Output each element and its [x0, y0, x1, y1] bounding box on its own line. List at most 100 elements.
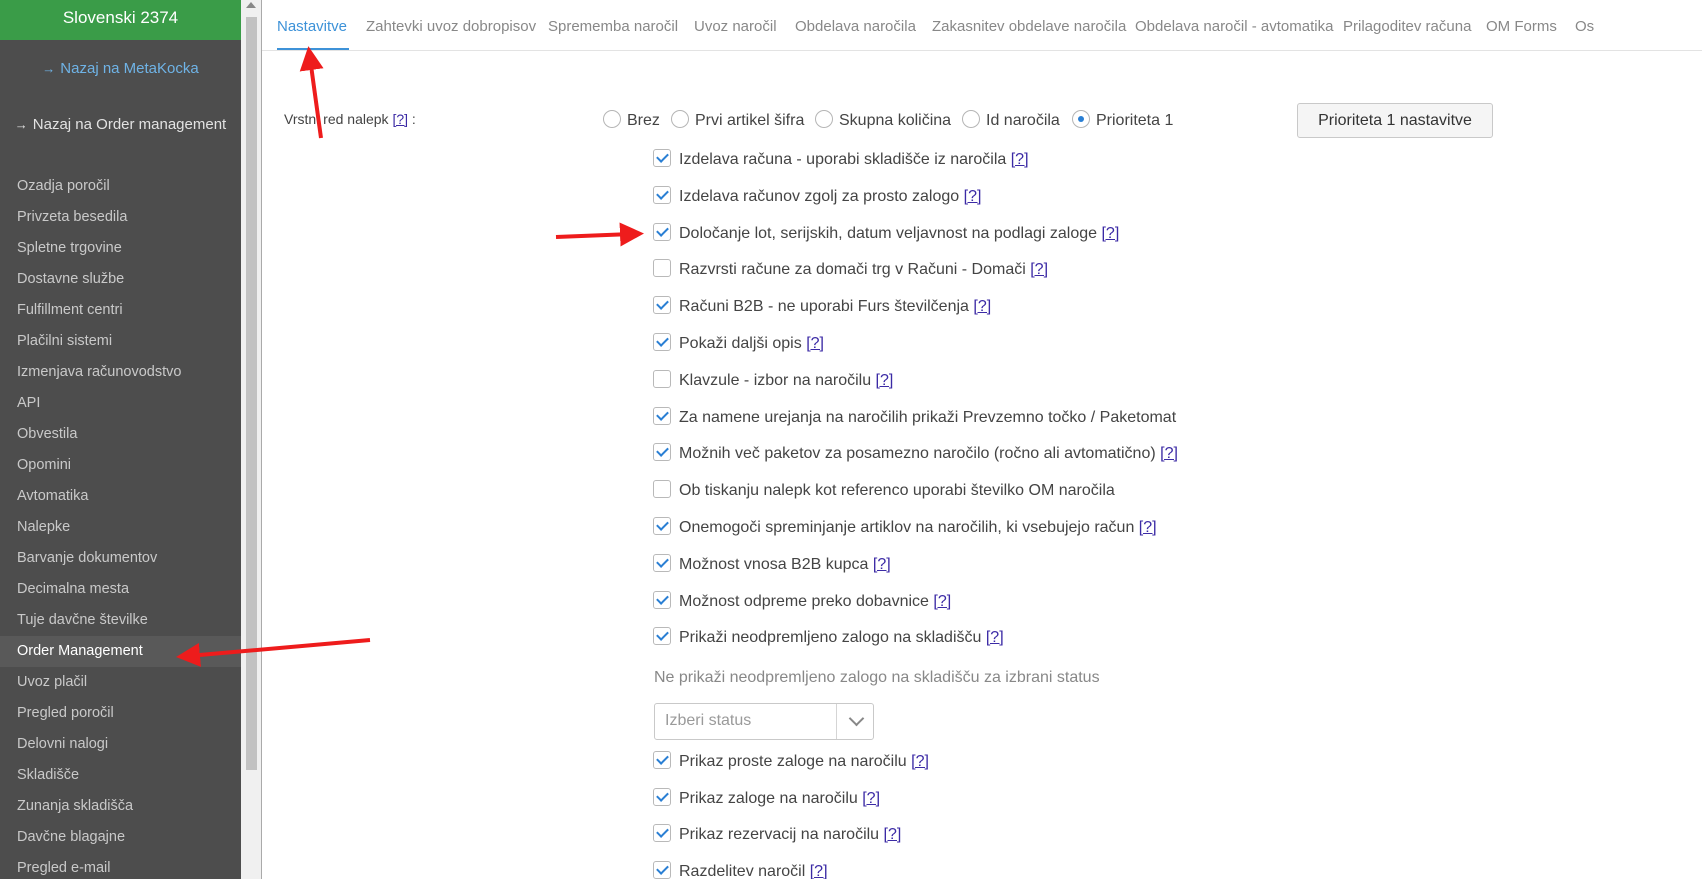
- tab-zakasnitev-obdelave-narocila[interactable]: Zakasnitev obdelave naročila: [932, 18, 1126, 35]
- tab-obdelava-narocila[interactable]: Obdelava naročila: [795, 18, 916, 35]
- tab-om-forms[interactable]: OM Forms: [1486, 18, 1557, 35]
- setting-checkbox[interactable]: [653, 369, 671, 388]
- priority-1-settings-button[interactable]: Prioriteta 1 nastavitve: [1297, 103, 1493, 138]
- help-link[interactable]: [?]: [810, 863, 828, 879]
- help-link[interactable]: [?]: [806, 335, 824, 352]
- help-link[interactable]: [?]: [1139, 519, 1157, 536]
- sidebar-item-avtomatika[interactable]: Avtomatika: [0, 481, 241, 512]
- tab-zahtevki-uvoz-dobropisov[interactable]: Zahtevki uvoz dobropisov: [366, 18, 536, 35]
- setting-checkbox[interactable]: [653, 823, 671, 842]
- setting-row[interactable]: Računi B2B - ne uporabi Furs številčenja…: [653, 295, 991, 318]
- setting-row[interactable]: Izdelava računov zgolj za prosto zalogo …: [653, 185, 982, 208]
- setting-checkbox[interactable]: [653, 295, 671, 314]
- setting-row[interactable]: Ob tiskanju nalepk kot referenco uporabi…: [653, 479, 1115, 502]
- tab-prilagoditev-racuna[interactable]: Prilagoditev računa: [1343, 18, 1471, 35]
- setting-checkbox[interactable]: [653, 787, 671, 806]
- help-link[interactable]: [?]: [862, 790, 880, 807]
- sidebar-item-dostavne-sluzbe[interactable]: Dostavne službe: [0, 264, 241, 295]
- sidebar-item-privzeta-besedila[interactable]: Privzeta besedila: [0, 202, 241, 233]
- setting-row[interactable]: Možnih več paketov za posamezno naročilo…: [653, 442, 1178, 465]
- setting-checkbox[interactable]: [653, 185, 671, 204]
- sidebar-item-pregled-e-mail[interactable]: Pregled e-mail: [0, 853, 241, 879]
- radio-button[interactable]: [1072, 109, 1090, 128]
- radio-button[interactable]: [815, 109, 833, 128]
- radio-button[interactable]: [603, 109, 621, 128]
- sidebar-item-skladisce[interactable]: Skladišče: [0, 760, 241, 791]
- setting-checkbox[interactable]: [653, 626, 671, 645]
- sidebar-item-davcne-blagajne[interactable]: Davčne blagajne: [0, 822, 241, 853]
- setting-row[interactable]: Izdelava računa - uporabi skladišče iz n…: [653, 148, 1029, 171]
- sidebar-item-delovni-nalogi[interactable]: Delovni nalogi: [0, 729, 241, 760]
- sidebar-item-opomini[interactable]: Opomini: [0, 450, 241, 481]
- chevron-down-icon[interactable]: [848, 710, 865, 727]
- sidebar-item-barvanje-dokumentov[interactable]: Barvanje dokumentov: [0, 543, 241, 574]
- setting-row[interactable]: Prikaz proste zaloge na naročilu [?]: [653, 750, 929, 773]
- scroll-up-arrow-icon[interactable]: [246, 2, 256, 8]
- setting-checkbox[interactable]: [653, 442, 671, 461]
- help-link[interactable]: [?]: [876, 372, 894, 389]
- back-to-metakocka-link[interactable]: → Nazaj na MetaKocka: [0, 60, 241, 77]
- setting-row[interactable]: Klavzule - izbor na naročilu [?]: [653, 369, 894, 392]
- setting-row[interactable]: Prikaz zaloge na naročilu [?]: [653, 787, 880, 810]
- setting-checkbox[interactable]: [653, 516, 671, 535]
- sidebar-item-uvoz-placil[interactable]: Uvoz plačil: [0, 667, 241, 698]
- help-link[interactable]: [?]: [873, 556, 891, 573]
- setting-checkbox[interactable]: [653, 750, 671, 769]
- setting-checkbox[interactable]: [653, 479, 671, 498]
- sidebar-item-nalepke[interactable]: Nalepke: [0, 512, 241, 543]
- sidebar-item-ozadja-porocil[interactable]: Ozadja poročil: [0, 171, 241, 202]
- help-link[interactable]: [?]: [933, 593, 951, 610]
- setting-checkbox[interactable]: [653, 222, 671, 241]
- help-link[interactable]: [?]: [1030, 261, 1048, 278]
- tab-obdelava-narocil-avtomatika[interactable]: Obdelava naročil - avtomatika: [1135, 18, 1333, 35]
- radio-option-prioriteta-1[interactable]: Prioriteta 1: [1072, 109, 1173, 132]
- setting-checkbox[interactable]: [653, 860, 671, 879]
- setting-row[interactable]: Razdelitev naročil [?]: [653, 860, 828, 879]
- tab-uvoz-narocil[interactable]: Uvoz naročil: [694, 18, 777, 35]
- sidebar-item-fulfillment-centri[interactable]: Fulfillment centri: [0, 295, 241, 326]
- setting-checkbox[interactable]: [653, 590, 671, 609]
- scrollbar-thumb[interactable]: [246, 17, 257, 770]
- setting-row[interactable]: Pokaži daljši opis [?]: [653, 332, 824, 355]
- setting-row[interactable]: Možnost odpreme preko dobavnice [?]: [653, 590, 951, 613]
- help-link[interactable]: [?]: [973, 298, 991, 315]
- sidebar-scrollbar[interactable]: [241, 0, 262, 879]
- back-to-order-management-link[interactable]: → Nazaj na Order management: [0, 116, 241, 133]
- setting-row[interactable]: Določanje lot, serijskih, datum veljavno…: [653, 222, 1119, 245]
- help-link[interactable]: [?]: [1011, 151, 1029, 168]
- radio-option-id-narocila[interactable]: Id naročila: [962, 109, 1060, 132]
- setting-checkbox[interactable]: [653, 148, 671, 167]
- setting-row[interactable]: Možnost vnosa B2B kupca [?]: [653, 553, 891, 576]
- help-link[interactable]: [?]: [911, 753, 929, 770]
- sidebar-item-tuje-davcne-stevilke[interactable]: Tuje davčne številke: [0, 605, 241, 636]
- setting-row[interactable]: Razvrsti račune za domači trg v Računi -…: [653, 258, 1048, 281]
- sidebar-item-placilni-sistemi[interactable]: Plačilni sistemi: [0, 326, 241, 357]
- sidebar-item-spletne-trgovine[interactable]: Spletne trgovine: [0, 233, 241, 264]
- sidebar-item-decimalna-mesta[interactable]: Decimalna mesta: [0, 574, 241, 605]
- sidebar-item-pregled-porocil[interactable]: Pregled poročil: [0, 698, 241, 729]
- setting-checkbox[interactable]: [653, 406, 671, 425]
- tab-os[interactable]: Os: [1575, 18, 1594, 35]
- radio-option-skupna-kolicina[interactable]: Skupna količina: [815, 109, 951, 132]
- radio-option-prvi-artikel-sifra[interactable]: Prvi artikel šifra: [671, 109, 804, 132]
- setting-checkbox[interactable]: [653, 553, 671, 572]
- setting-row[interactable]: Onemogoči spreminjanje artiklov na naroč…: [653, 516, 1157, 539]
- sidebar-item-api[interactable]: API: [0, 388, 241, 419]
- radio-button[interactable]: [671, 109, 689, 128]
- radio-button[interactable]: [962, 109, 980, 128]
- sidebar-item-zunanja-skladisca[interactable]: Zunanja skladišča: [0, 791, 241, 822]
- setting-checkbox[interactable]: [653, 258, 671, 277]
- help-link[interactable]: [?]: [884, 826, 902, 843]
- radio-option-brez[interactable]: Brez: [603, 109, 660, 132]
- help-link[interactable]: [?]: [964, 188, 982, 205]
- tab-sprememba-narocil[interactable]: Sprememba naročil: [548, 18, 678, 35]
- help-link[interactable]: [?]: [986, 629, 1004, 646]
- setting-row[interactable]: Prikaži neodpremljeno zalogo na skladišč…: [653, 626, 1004, 649]
- setting-checkbox[interactable]: [653, 332, 671, 351]
- setting-row[interactable]: Prikaz rezervacij na naročilu [?]: [653, 823, 902, 846]
- help-link[interactable]: [?]: [392, 111, 408, 127]
- sidebar-item-izmenjava-racunovodstvo[interactable]: Izmenjava računovodstvo: [0, 357, 241, 388]
- status-select[interactable]: Izberi status: [654, 703, 874, 740]
- help-link[interactable]: [?]: [1160, 445, 1178, 462]
- sidebar-item-order-management[interactable]: Order Management: [0, 636, 241, 667]
